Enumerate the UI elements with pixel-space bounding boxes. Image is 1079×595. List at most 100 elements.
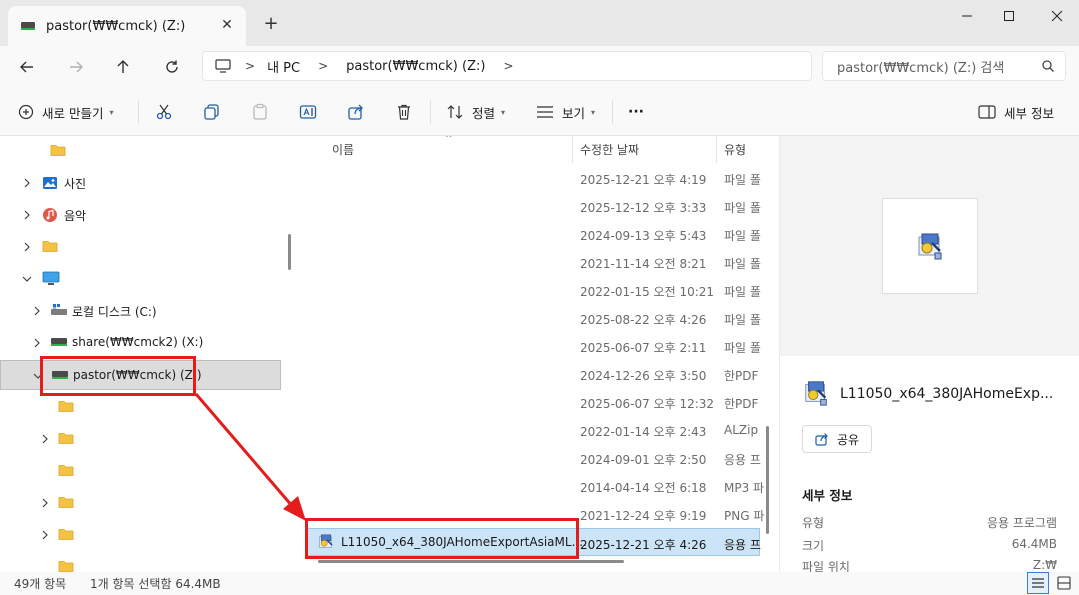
details-pane: L11050_x64_380JAHomeExp... 공유 세부 정보 유형 응… [779,136,1079,572]
nav-item[interactable] [0,264,281,294]
up-button[interactable] [108,52,138,82]
nav-item-label: 음악 [64,209,87,223]
chevron-right-icon[interactable]: > [503,59,513,73]
tab-active[interactable]: pastor(₩₩cmck) (Z:) ✕ [8,6,246,46]
nav-item[interactable] [0,392,281,422]
details-view-icon [1032,578,1044,588]
sort-icon [446,104,464,120]
column-divider[interactable] [572,136,573,163]
file-date: 2025-06-07 오후 2:11 [580,341,707,355]
nav-item[interactable] [0,456,281,486]
tiles-view-button[interactable] [1053,572,1075,594]
chevron-right-icon[interactable] [30,304,44,318]
close-icon[interactable]: ✕ [218,16,236,34]
nav-item[interactable] [0,232,281,262]
file-row[interactable]: 2021-11-14 오전 8:21 파일 폴 [300,248,761,276]
chevron-right-icon[interactable]: > [245,59,255,73]
nav-item[interactable] [0,488,281,518]
search-input[interactable]: pastor(₩₩cmck) (Z:) 검색 [822,51,1066,81]
installer-icon [802,379,830,410]
chevron-right-icon[interactable] [30,336,44,350]
delete-button[interactable] [395,98,413,126]
search-placeholder: pastor(₩₩cmck) (Z:) 검색 [837,60,1005,76]
refresh-button[interactable] [157,52,187,82]
chevron-down-icon[interactable] [20,272,34,286]
nav-item[interactable]: share(₩₩cmck2) (X:) [0,328,281,358]
nav-item[interactable]: 음악 [0,200,281,230]
new-button[interactable]: 새로 만들기 ▾ [18,98,114,126]
arrow-left-icon [20,61,33,73]
file-row[interactable]: 2022-01-15 오전 10:21 파일 폴 [300,276,761,304]
details-section-title: 세부 정보 [802,488,853,503]
paste-button[interactable] [251,98,269,126]
nav-item[interactable]: 로컬 디스크 (C:) [0,296,281,326]
file-type: 한PDF [724,369,759,383]
file-list-horizontal-scrollbar[interactable] [318,560,624,563]
new-tab-button[interactable]: + [260,12,282,34]
nav-item[interactable] [0,520,281,550]
chevron-right-icon[interactable] [20,208,34,222]
file-row[interactable]: 2025-06-07 오후 2:11 파일 폴 [300,332,761,360]
column-header-type[interactable]: 유형 [724,136,746,163]
breadcrumb-drive[interactable]: pastor(₩₩cmck) (Z:) [346,59,485,74]
nav-item[interactable] [0,552,281,572]
chevron-right-icon[interactable] [20,176,34,190]
status-bar: 49개 항목 1개 항목 선택함 64.4MB [0,572,1079,595]
maximize-button[interactable] [986,0,1032,32]
prop-key: 크기 [802,539,825,553]
prop-value: 응용 프로그램 [986,516,1057,530]
chevron-right-icon[interactable]: > [318,59,328,73]
details-view-button[interactable] [1027,572,1049,594]
file-type: 파일 폴 [724,229,761,243]
file-row[interactable]: 2025-08-22 오후 4:26 파일 폴 [300,304,761,332]
scissors-icon [156,104,172,120]
tiles-view-icon [1057,576,1071,590]
file-row[interactable]: 2024-09-13 오후 5:43 파일 폴 [300,220,761,248]
breadcrumb-this-pc[interactable]: 내 PC [267,57,300,76]
chevron-right-icon[interactable] [20,240,34,254]
pc-icon [42,271,60,290]
file-type: 파일 폴 [724,341,761,355]
file-row[interactable]: 2014-04-14 오전 6:18 MP3 파 [300,472,764,500]
file-row[interactable]: 2025-06-07 오후 12:32 한PDF [300,388,760,416]
close-icon [1051,10,1063,22]
chevron-right-icon[interactable] [38,432,52,446]
view-label: 보기 [562,105,586,121]
rename-button[interactable] [299,98,317,126]
forward-button[interactable] [61,52,91,82]
chevron-right-icon[interactable] [38,496,52,510]
file-row[interactable]: 2025-12-21 오후 4:19 파일 폴 [300,164,761,192]
nav-item[interactable]: 사진 [0,168,281,198]
divider [138,100,139,124]
file-row[interactable]: 2024-09-01 오후 2:50 응용 프 [300,444,761,472]
details-pane-button[interactable]: 세부 정보 [978,98,1054,126]
share-button[interactable] [347,98,365,126]
window-close-button[interactable] [1034,0,1079,32]
file-list-vertical-scrollbar[interactable] [766,426,769,534]
file-row[interactable]: 2025-12-12 오후 3:33 파일 폴 [300,192,761,220]
file-row[interactable]: 2022-01-14 오후 2:43 ALZip [300,416,760,444]
back-button[interactable] [12,52,42,82]
column-header-date[interactable]: 수정한 날짜 [580,136,639,163]
rename-icon [299,105,317,119]
copy-button[interactable] [203,98,221,126]
nav-item[interactable] [0,424,281,454]
file-row[interactable]: 2024-12-26 오후 3:50 한PDF [300,360,760,388]
chevron-right-icon[interactable] [38,528,52,542]
address-bar[interactable]: > 내 PC > pastor(₩₩cmck) (Z:) > [202,51,812,81]
file-date: 2025-12-12 오후 3:33 [580,201,707,215]
cut-button[interactable] [155,98,173,126]
column-header-name[interactable]: 이름 [332,136,354,163]
file-date: 2022-01-14 오후 2:43 [580,425,707,439]
search-icon [1041,59,1055,77]
navigation-scrollbar[interactable] [288,234,291,270]
more-options-button[interactable]: ··· [628,98,644,126]
nav-item[interactable] [0,136,281,166]
view-button[interactable]: 보기 ▾ [536,98,595,126]
share-label: 공유 [836,432,860,447]
details-filename: L11050_x64_380JAHomeExp... [840,386,1054,402]
details-share-button[interactable]: 공유 [802,425,872,453]
minimize-button[interactable] [944,0,990,32]
column-divider[interactable] [716,136,717,163]
sort-button[interactable]: 정렬 ▾ [446,98,505,126]
